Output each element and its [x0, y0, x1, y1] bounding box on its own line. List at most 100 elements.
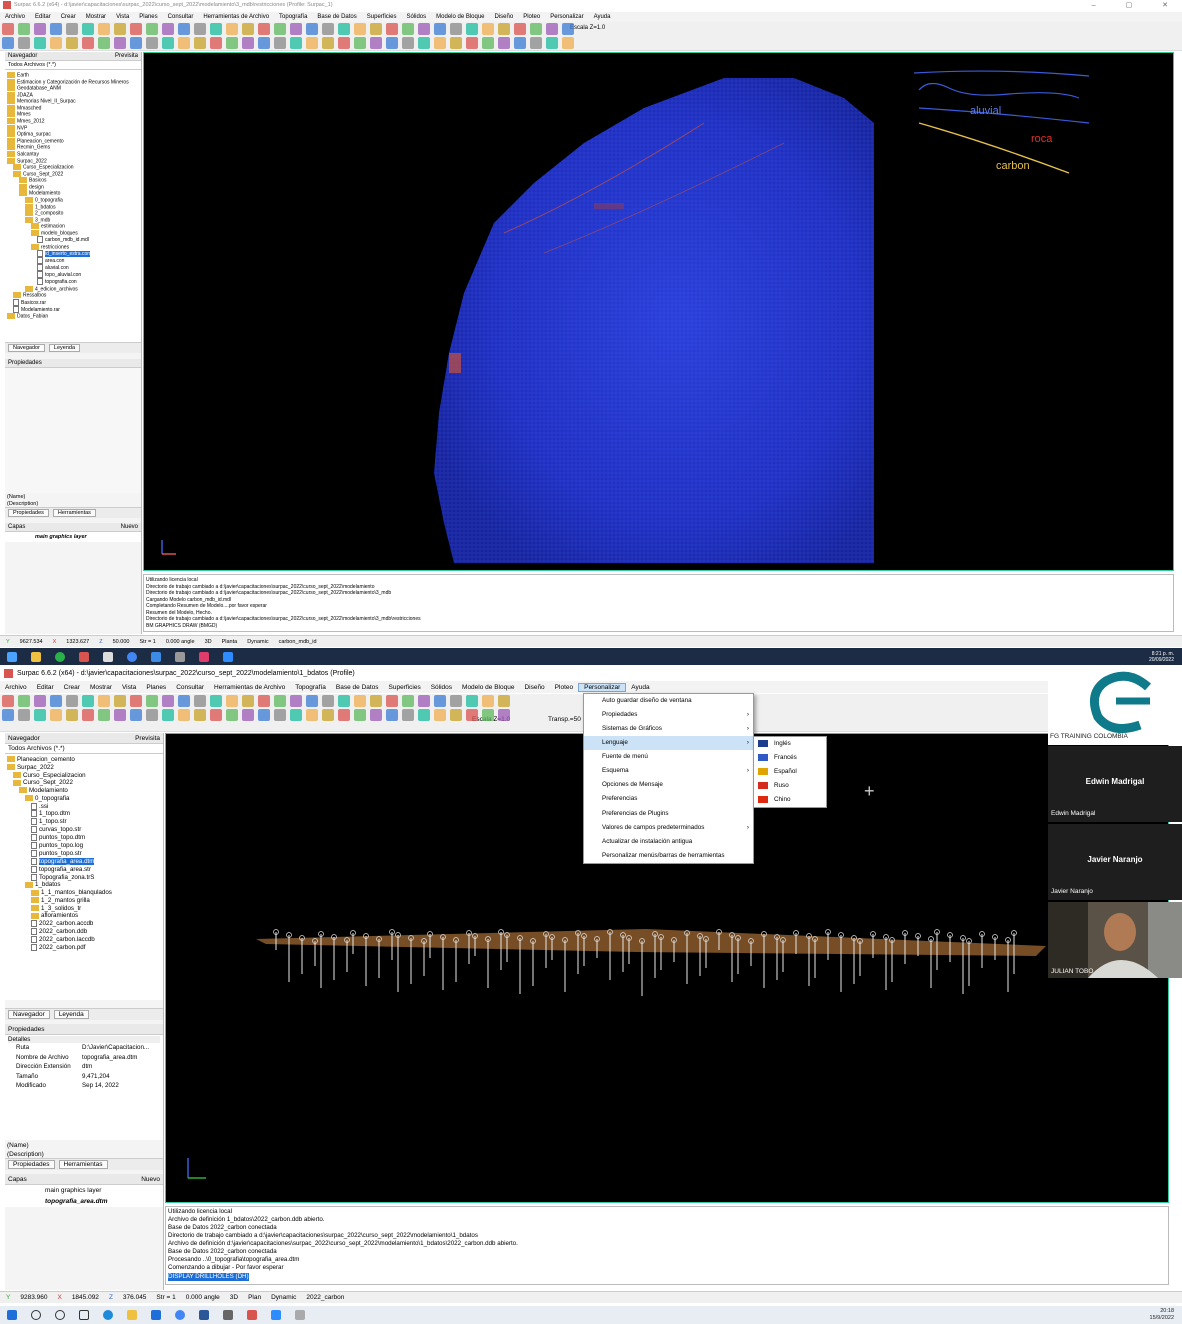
toolbar-tool-icon[interactable]: [50, 37, 62, 49]
toolbar-tool-icon[interactable]: [194, 709, 206, 721]
tab-herramientas[interactable]: Herramientas: [58, 1160, 108, 1169]
toolbar-tool-icon[interactable]: [466, 23, 478, 35]
menu-item-8[interactable]: Topografía: [274, 14, 312, 20]
tree-item[interactable]: 3_mdb: [7, 216, 139, 224]
toolbar-tool-icon[interactable]: [98, 23, 110, 35]
tree-item[interactable]: Mmes: [7, 111, 139, 118]
tab-herramientas[interactable]: Herramientas: [52, 509, 96, 517]
tree-item[interactable]: .ssi: [7, 802, 161, 811]
menu-item-13[interactable]: Diseño: [519, 684, 549, 691]
toolbar-tool-icon[interactable]: [82, 695, 94, 707]
toolbar-tool-icon[interactable]: [402, 695, 414, 707]
top-status-str[interactable]: Str = 1: [139, 639, 155, 645]
toolbar-tool-icon[interactable]: [290, 37, 302, 49]
toolbar-tool-icon[interactable]: [386, 709, 398, 721]
toolbar-tool-icon[interactable]: [562, 23, 574, 35]
menu-item-13[interactable]: Diseño: [490, 14, 519, 20]
toolbar-tool-icon[interactable]: [162, 695, 174, 707]
tab-navegador[interactable]: Navegador: [8, 1010, 50, 1019]
toolbar-tool-icon[interactable]: [434, 37, 446, 49]
toolbar-tool-icon[interactable]: [98, 709, 110, 721]
toolbar-tool-icon[interactable]: [370, 695, 382, 707]
tab-leyenda[interactable]: Leyenda: [53, 1010, 89, 1019]
toolbar-tool-icon[interactable]: [82, 37, 94, 49]
toolbar-tool-icon[interactable]: [210, 709, 222, 721]
toolbar-tool-icon[interactable]: [98, 695, 110, 707]
top-status-model[interactable]: carbon_mdb_id: [279, 639, 317, 645]
toolbar-tool-icon[interactable]: [146, 23, 158, 35]
tree-item[interactable]: Basicos: [7, 177, 139, 184]
tree-item[interactable]: puntos_topo.log: [7, 841, 161, 850]
toolbar-tool-icon[interactable]: [418, 37, 430, 49]
search-icon[interactable]: [31, 1310, 41, 1320]
toolbar-tool-icon[interactable]: [450, 695, 462, 707]
toolbar-tool-icon[interactable]: [338, 37, 350, 49]
toolbar-tool-icon[interactable]: [514, 23, 526, 35]
tree-item[interactable]: Geodatabase_ANM: [7, 85, 139, 92]
window-controls[interactable]: – ▢ ✕: [1092, 1, 1182, 9]
toolbar-tool-icon[interactable]: [466, 37, 478, 49]
bottom-status-view[interactable]: 3D: [230, 1294, 238, 1301]
app-icon-2[interactable]: [151, 651, 161, 662]
tab-propiedades[interactable]: Propiedades: [8, 1160, 55, 1169]
menu-item-11[interactable]: Sólidos: [426, 684, 457, 691]
toolbar-tool-icon[interactable]: [450, 37, 462, 49]
toolbar-tool-icon[interactable]: [82, 709, 94, 721]
toolbar-tool-icon[interactable]: [178, 37, 190, 49]
toolbar-tool-icon[interactable]: [50, 23, 62, 35]
tree-item[interactable]: Salcantay: [7, 150, 139, 158]
toolbar-tool-icon[interactable]: [306, 695, 318, 707]
top-status-angle[interactable]: 0.000 angle: [166, 639, 195, 645]
menu-item-9[interactable]: Base de Datos: [312, 14, 361, 20]
word-icon[interactable]: [199, 1310, 209, 1320]
toolbar-tool-icon[interactable]: [226, 37, 238, 49]
toolbar-tool-icon[interactable]: [34, 709, 46, 721]
tree-item[interactable]: Modelamiento: [7, 190, 139, 197]
toolbar-tool-icon[interactable]: [50, 709, 62, 721]
personalizar-menu-item[interactable]: Valores de campos predeterminados ›: [584, 821, 753, 835]
top-status-mode[interactable]: Planta: [222, 639, 238, 645]
menu-item-5[interactable]: Planes: [141, 684, 171, 691]
tree-item[interactable]: Ressalbos: [7, 292, 139, 299]
toolbar-tool-icon[interactable]: [338, 709, 350, 721]
toolbar-tool-icon[interactable]: [498, 23, 510, 35]
top-new-layer-button[interactable]: Nuevo: [121, 524, 138, 530]
toolbar-tool-icon[interactable]: [2, 695, 14, 707]
toolbar-tool-icon[interactable]: [98, 37, 110, 49]
tree-item[interactable]: Curso_Sept_2022: [7, 170, 139, 178]
toolbar-tool-icon[interactable]: [162, 709, 174, 721]
top-status-dyn[interactable]: Dynamic: [247, 639, 268, 645]
personalizar-menu-item[interactable]: Sistemas de Gráficos ›: [584, 722, 753, 736]
toolbar-tool-icon[interactable]: [114, 37, 126, 49]
menu-item-7[interactable]: Herramientas de Archivo: [209, 684, 290, 691]
language-option[interactable]: Ruso: [754, 779, 826, 793]
menu-item-12[interactable]: Modelo de Bloque: [431, 14, 489, 20]
menu-item-0[interactable]: Archivo: [0, 14, 30, 20]
personalizar-menu-item[interactable]: Opciones de Mensaje: [584, 778, 753, 792]
tab-navegador[interactable]: Navegador: [8, 344, 45, 352]
toolbar-tool-icon[interactable]: [130, 23, 142, 35]
toolbar-tool-icon[interactable]: [338, 695, 350, 707]
menu-item-5[interactable]: Planes: [134, 14, 162, 20]
tree-item[interactable]: Mmasched: [7, 104, 139, 112]
toolbar-tool-icon[interactable]: [194, 23, 206, 35]
toolbar-tool-icon[interactable]: [434, 709, 446, 721]
bottom-status-str[interactable]: Str = 1: [156, 1294, 175, 1301]
tree-item[interactable]: JDAZA: [7, 91, 139, 99]
bottom-status-model[interactable]: 2022_carbon: [306, 1294, 344, 1301]
tree-item[interactable]: Curso_Especializacion: [7, 772, 161, 780]
personalizar-menu-item[interactable]: Fuente de menú: [584, 750, 753, 764]
tree-item[interactable]: topografia_area.str: [7, 865, 161, 874]
menu-item-4[interactable]: Vista: [111, 14, 134, 20]
bottom-new-layer-button[interactable]: Nuevo: [141, 1176, 160, 1183]
personalizar-menu-item[interactable]: Preferencias: [584, 792, 753, 806]
toolbar-tool-icon[interactable]: [402, 23, 414, 35]
tree-item[interactable]: Optima_surpac: [7, 131, 139, 138]
toolbar-tool-icon[interactable]: [306, 37, 318, 49]
toolbar-tool-icon[interactable]: [146, 709, 158, 721]
toolbar-tool-icon[interactable]: [482, 709, 494, 721]
toolbar-tool-icon[interactable]: [18, 37, 30, 49]
menu-item-7[interactable]: Herramientas de Archivo: [198, 14, 274, 20]
bottom-status-dyn[interactable]: Dynamic: [271, 1294, 296, 1301]
tree-item[interactable]: 1_topo.str: [7, 818, 161, 826]
